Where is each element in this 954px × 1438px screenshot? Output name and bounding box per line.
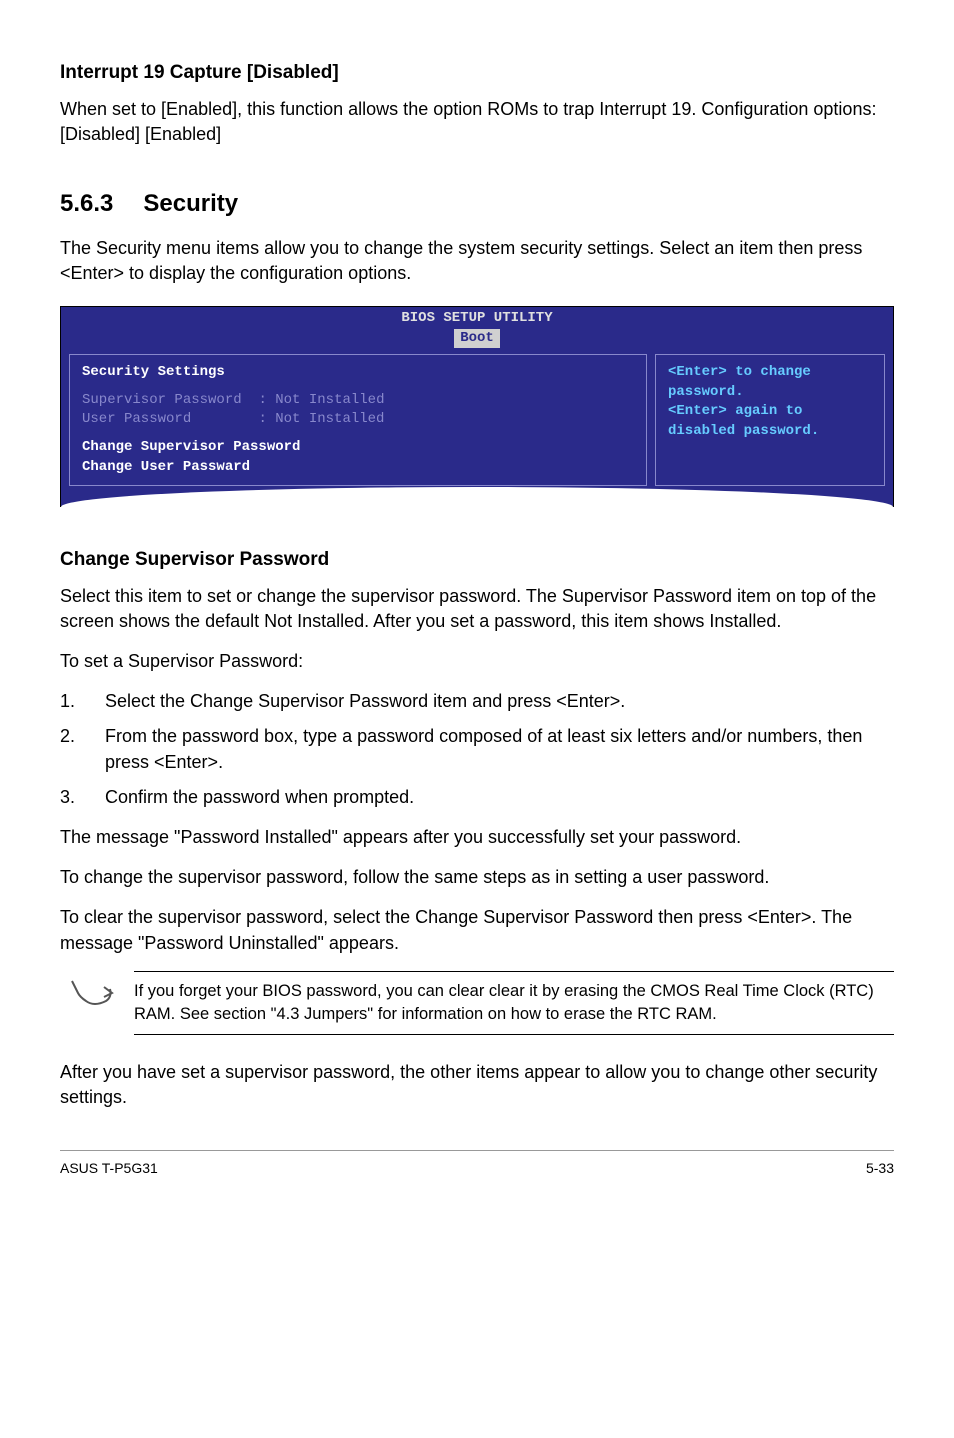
bios-screenshot: BIOS SETUP UTILITY Boot Security Setting… xyxy=(60,306,894,507)
footer-page: 5-33 xyxy=(866,1159,894,1179)
page-footer: ASUS T-P5G31 5-33 xyxy=(60,1150,894,1179)
change-supervisor-heading: Change Supervisor Password xyxy=(60,547,894,574)
bios-change-supervisor: Change Supervisor Password xyxy=(82,438,634,458)
bios-tab-boot: Boot xyxy=(454,329,500,349)
bios-body: Security Settings Supervisor Password : … xyxy=(61,348,893,506)
bios-user-label: User Password xyxy=(82,411,191,427)
bios-supervisor-label: Supervisor Password xyxy=(82,392,242,408)
section-title: Security xyxy=(143,190,238,217)
clear-password-note: To clear the supervisor password, select… xyxy=(60,905,894,955)
change-supervisor-desc: Select this item to set or change the su… xyxy=(60,584,894,634)
bios-user-value: : Not Installed xyxy=(258,411,384,427)
bios-header: BIOS SETUP UTILITY Boot xyxy=(61,307,893,348)
bios-supervisor-value: : Not Installed xyxy=(258,392,384,408)
bios-security-settings-heading: Security Settings xyxy=(82,363,634,383)
bios-change-user: Change User Passward xyxy=(82,458,634,478)
step-2: From the password box, type a password c… xyxy=(60,724,894,774)
bios-left-pane: Security Settings Supervisor Password : … xyxy=(69,354,647,486)
note-box: If you forget your BIOS password, you ca… xyxy=(60,971,894,1035)
bios-title: BIOS SETUP UTILITY xyxy=(61,309,893,329)
note-icon xyxy=(70,979,114,1016)
bios-curve-decoration xyxy=(61,487,893,507)
bios-supervisor-row: Supervisor Password : Not Installed xyxy=(82,391,634,411)
step-1: Select the Change Supervisor Password it… xyxy=(60,689,894,714)
bios-help-pane: <Enter> to change password. <Enter> agai… xyxy=(655,354,885,486)
security-intro: The Security menu items allow you to cha… xyxy=(60,236,894,286)
footer-model: ASUS T-P5G31 xyxy=(60,1159,158,1179)
step-3: Confirm the password when prompted. xyxy=(60,785,894,810)
section-heading: 5.6.3 Security xyxy=(60,187,894,221)
steps-list: Select the Change Supervisor Password it… xyxy=(60,689,894,810)
after-set-note: After you have set a supervisor password… xyxy=(60,1060,894,1110)
section-number: 5.6.3 xyxy=(60,187,113,221)
set-supervisor-intro: To set a Supervisor Password: xyxy=(60,649,894,674)
change-password-note: To change the supervisor password, follo… xyxy=(60,865,894,890)
interrupt-heading: Interrupt 19 Capture [Disabled] xyxy=(60,60,894,87)
interrupt-description: When set to [Enabled], this function all… xyxy=(60,97,894,147)
bios-user-row: User Password : Not Installed xyxy=(82,410,634,430)
password-installed-msg: The message "Password Installed" appears… xyxy=(60,825,894,850)
note-text: If you forget your BIOS password, you ca… xyxy=(134,971,894,1035)
